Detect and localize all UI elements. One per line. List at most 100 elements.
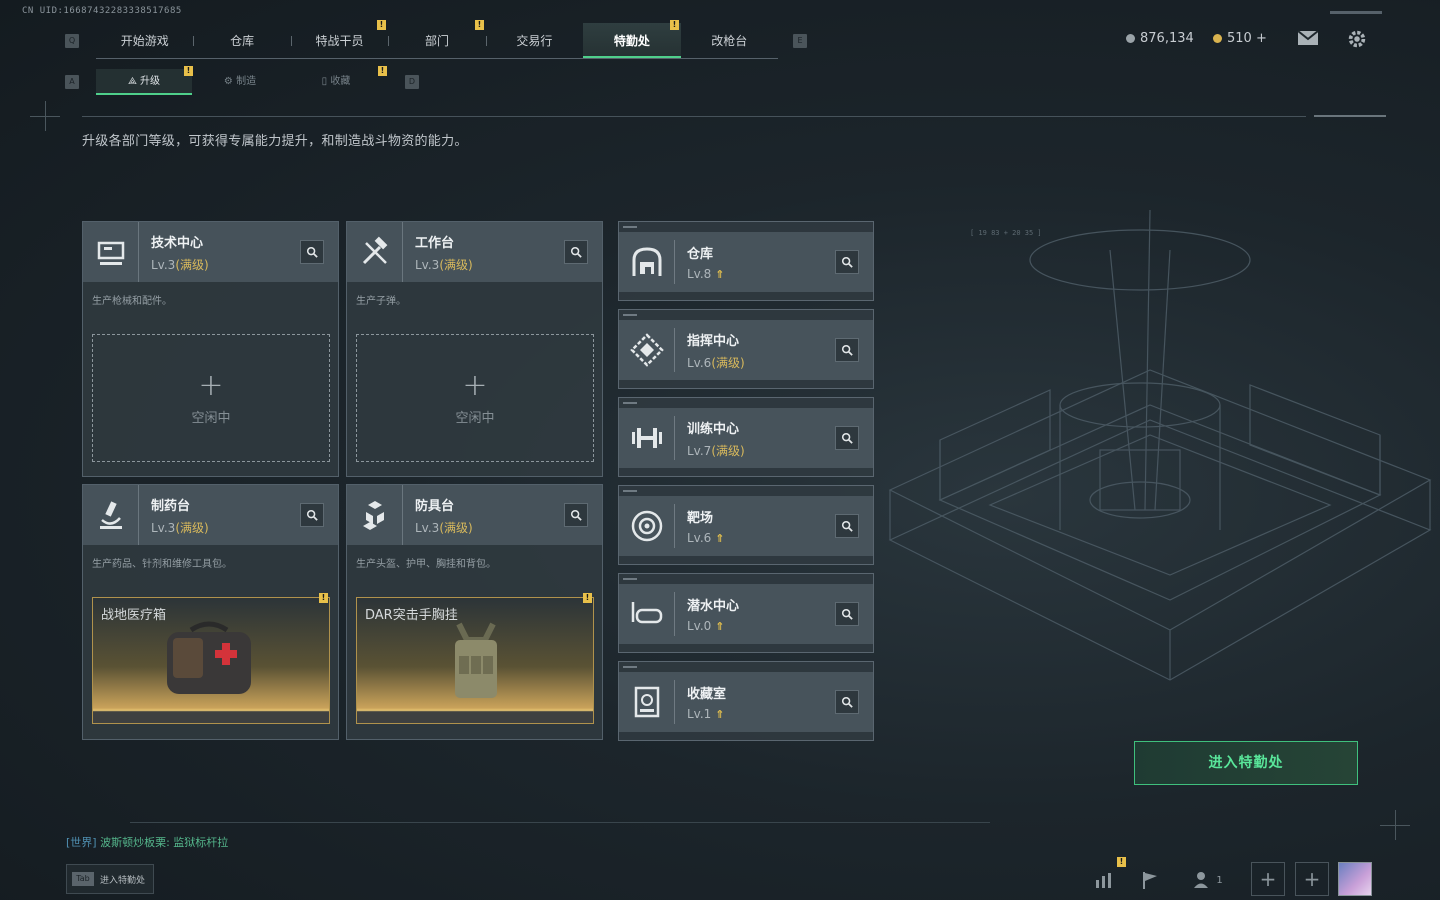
hammer-wrench-icon bbox=[347, 222, 403, 282]
inspect-button[interactable] bbox=[564, 503, 588, 527]
card-title: 工作台 bbox=[415, 235, 455, 251]
production-slot-empty[interactable]: + 空闲中 bbox=[92, 334, 330, 462]
gold-coin-icon bbox=[1213, 34, 1222, 43]
upgrade-available-icon: ⇑ bbox=[715, 708, 725, 721]
friends-button[interactable]: 1 bbox=[1188, 862, 1228, 898]
friends-count: 1 bbox=[1216, 874, 1223, 886]
production-slot-item[interactable]: DAR突击手胸挂 bbox=[356, 597, 594, 724]
silver-amount: 876,134 bbox=[1140, 31, 1194, 46]
divider-accent bbox=[1314, 115, 1386, 117]
tab-warehouse[interactable]: 仓库 bbox=[193, 23, 290, 58]
card-level: Lv.3(满级) bbox=[151, 257, 209, 272]
first-aid-kit-icon bbox=[167, 621, 251, 694]
magnifier-icon bbox=[841, 608, 853, 620]
header-divider bbox=[82, 116, 1306, 117]
facility-card-diving-center[interactable]: 潜水中心 Lv.0 ⇑ bbox=[618, 573, 874, 653]
facility-card-shooting-range[interactable]: 靶场 Lv.6 ⇑ bbox=[618, 485, 874, 565]
inspect-button[interactable] bbox=[300, 503, 324, 527]
inspect-button[interactable] bbox=[835, 426, 859, 450]
diving-mask-icon bbox=[619, 592, 675, 636]
card-level: Lv.3(满级) bbox=[415, 520, 473, 535]
friends-icon bbox=[1194, 872, 1209, 888]
target-icon bbox=[619, 504, 675, 548]
add-slot-button[interactable]: + bbox=[1251, 862, 1285, 896]
facility-card-armor: 防具台 Lv.3(满级) 生产头盔、护甲、胸挂和背包。 DAR突击手胸挂 ! bbox=[346, 484, 603, 740]
alert-badge-upgrade: ! bbox=[184, 66, 193, 76]
craft-icon: ⚙ bbox=[223, 76, 237, 87]
avatar[interactable] bbox=[1338, 862, 1372, 896]
chest-rig-icon bbox=[455, 622, 497, 698]
tab-operators[interactable]: 特战干员 bbox=[290, 23, 388, 58]
magnifier-icon bbox=[841, 256, 853, 268]
flag-icon[interactable] bbox=[1132, 862, 1168, 898]
facility-card-tech-center: 技术中心 Lv.3(满级) 生产枪械和配件。 + 空闲中 bbox=[82, 221, 339, 477]
collection-icon bbox=[619, 680, 675, 724]
subtab-upgrade[interactable]: ⟁ 升级 bbox=[96, 69, 192, 95]
add-slot-button[interactable]: + bbox=[1295, 862, 1329, 896]
command-icon bbox=[619, 328, 675, 372]
alert-badge-item: ! bbox=[583, 593, 592, 603]
magnifier-icon bbox=[841, 432, 853, 444]
card-description: 生产子弹。 bbox=[356, 296, 406, 307]
facility-card-collection-room[interactable]: 收藏室 Lv.1 ⇑ bbox=[618, 661, 874, 741]
svg-text:[ 19 83 + 20 35 ]: [ 19 83 + 20 35 ] bbox=[970, 229, 1042, 237]
subtab-collect[interactable]: ▯ 收藏 bbox=[288, 69, 384, 95]
key-hint-d: D bbox=[405, 75, 419, 89]
alert-badge-stats: ! bbox=[1117, 857, 1126, 867]
upgrade-available-icon: ⇑ bbox=[715, 532, 725, 545]
tab-key: Tab bbox=[72, 872, 94, 886]
inspect-button[interactable] bbox=[835, 602, 859, 626]
tab-special-ops[interactable]: 特勤处 bbox=[583, 23, 681, 58]
inspect-button[interactable] bbox=[835, 514, 859, 538]
subtab-craft[interactable]: ⚙ 制造 bbox=[192, 69, 288, 95]
card-description: 生产药品、针剂和维修工具包。 bbox=[92, 559, 232, 570]
armor-blocks-icon bbox=[347, 485, 403, 545]
corner-mark bbox=[45, 101, 46, 131]
magnifier-icon bbox=[306, 246, 318, 258]
silver-coin-icon bbox=[1126, 34, 1135, 43]
vault-icon bbox=[619, 240, 675, 284]
magnifier-icon bbox=[570, 509, 582, 521]
tab-departments[interactable]: 部门 bbox=[388, 23, 485, 58]
tab-trading[interactable]: 交易行 bbox=[485, 23, 583, 58]
tab-start-game[interactable]: 开始游戏 bbox=[96, 23, 193, 58]
tab-gunsmith[interactable]: 改枪台 bbox=[681, 23, 778, 58]
enter-special-ops-button[interactable]: 进入特勤处 bbox=[1134, 741, 1358, 785]
gold-currency[interactable]: 510 + bbox=[1213, 31, 1267, 46]
alert-badge-collect: ! bbox=[378, 66, 387, 76]
facility-card-vault[interactable]: 仓库 Lv.8 ⇑ bbox=[618, 221, 874, 301]
top-right-bar bbox=[1330, 11, 1382, 14]
production-slot-item[interactable]: 战地医疗箱 bbox=[92, 597, 330, 724]
alert-badge-special-ops: ! bbox=[670, 20, 679, 30]
card-description: 生产枪械和配件。 bbox=[92, 296, 172, 307]
card-title: 制药台 bbox=[151, 498, 191, 514]
inspect-button[interactable] bbox=[835, 338, 859, 362]
inspect-button[interactable] bbox=[300, 240, 324, 264]
card-level: Lv.3(满级) bbox=[151, 520, 209, 535]
tab-hint-label: 进入特勤处 bbox=[100, 875, 146, 886]
upgrade-available-icon: ⇑ bbox=[715, 268, 725, 281]
mail-icon[interactable] bbox=[1297, 30, 1319, 48]
tab-hint-button[interactable]: Tab 进入特勤处 bbox=[66, 864, 154, 894]
upgrade-icon: ⟁ bbox=[127, 76, 141, 87]
magnifier-icon bbox=[570, 246, 582, 258]
dumbbell-icon bbox=[619, 416, 675, 460]
inspect-button[interactable] bbox=[835, 690, 859, 714]
bottom-divider bbox=[130, 822, 990, 823]
stats-chart-icon[interactable] bbox=[1086, 862, 1122, 898]
chat-message[interactable]: [世界] 波斯顿炒板栗: 监狱标杆拉 bbox=[66, 834, 228, 850]
facility-card-training-center[interactable]: 训练中心 Lv.7(满级) bbox=[618, 397, 874, 477]
corner-mark bbox=[1395, 810, 1396, 840]
inspect-button[interactable] bbox=[564, 240, 588, 264]
facility-card-command-center[interactable]: 指挥中心 Lv.6(满级) bbox=[618, 309, 874, 389]
silver-currency: 876,134 bbox=[1126, 31, 1194, 46]
alert-badge-departments: ! bbox=[475, 20, 484, 30]
base-blueprint-illustration: [ 19 83 + 20 35 ] bbox=[888, 210, 1432, 681]
item-name: 战地医疗箱 bbox=[101, 608, 167, 623]
inspect-button[interactable] bbox=[835, 250, 859, 274]
card-title: 技术中心 bbox=[151, 235, 204, 251]
production-slot-empty[interactable]: + 空闲中 bbox=[356, 334, 594, 462]
add-icon: + bbox=[462, 367, 488, 403]
player-uid: CN UID:16687432283338517685 bbox=[22, 6, 182, 16]
settings-gear-icon[interactable] bbox=[1346, 28, 1368, 50]
